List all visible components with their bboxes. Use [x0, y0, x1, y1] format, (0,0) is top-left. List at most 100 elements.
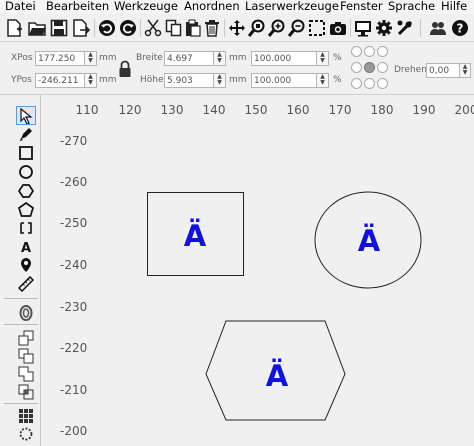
pentagon-tool-icon[interactable] [17, 201, 35, 218]
delete-icon[interactable] [202, 18, 222, 38]
menu-werkzeuge[interactable]: Werkzeuge [114, 0, 178, 13]
h-ruler-tick: 130 [160, 103, 184, 117]
scale-y-input[interactable]: 100.000 [251, 73, 317, 88]
h-ruler-tick: 120 [118, 103, 142, 117]
save-icon[interactable] [49, 18, 69, 38]
zoom-in-icon[interactable] [267, 18, 287, 38]
h-ruler-tick: 150 [244, 103, 268, 117]
rotate-input[interactable]: 0,00 [426, 63, 460, 78]
new-file-icon[interactable] [4, 18, 24, 38]
map-pin-icon[interactable] [17, 256, 35, 273]
svg-text:?: ? [457, 22, 464, 36]
height-input[interactable]: 5.903 [164, 73, 214, 88]
rectangle-tool-icon[interactable] [17, 144, 35, 161]
sidebar-separator [4, 403, 38, 404]
width-input[interactable]: 4.697 [164, 51, 214, 66]
scale-x-unit: % [333, 53, 342, 63]
sidebar-separator [4, 298, 38, 299]
community-icon[interactable] [428, 18, 448, 38]
h-ruler-tick: 140 [202, 103, 226, 117]
menu-fenster[interactable]: Fenster [340, 0, 383, 13]
open-folder-icon[interactable] [27, 18, 47, 38]
ypos-input[interactable]: -246.211 [35, 73, 85, 88]
height-spinner[interactable]: ▲ ▼ [213, 73, 226, 88]
menu-bearbeiten[interactable]: Bearbeiten [46, 0, 109, 13]
glyph-text-rect[interactable]: Ä [184, 219, 207, 253]
anchor-bottom-left[interactable] [351, 78, 362, 89]
cutout-tool-icon[interactable] [17, 219, 35, 236]
export-icon[interactable] [71, 18, 91, 38]
anchor-bottom-center[interactable] [364, 78, 375, 89]
undo-icon[interactable] [97, 18, 117, 38]
lock-aspect-icon[interactable] [118, 60, 132, 78]
scale-x-spinner[interactable]: ▲ ▼ [316, 51, 329, 66]
weld-icon[interactable] [17, 365, 35, 382]
v-ruler-tick: -220 [60, 341, 88, 355]
h-ruler-tick: 180 [370, 103, 394, 117]
group-icon[interactable] [17, 329, 35, 346]
anchor-top-center[interactable] [364, 46, 375, 57]
laser-device-icon[interactable] [353, 18, 373, 38]
tools-icon[interactable] [395, 18, 415, 38]
anchor-top-left[interactable] [351, 46, 362, 57]
select-pointer-icon[interactable] [16, 106, 36, 125]
ypos-label: YPos [11, 75, 32, 85]
v-ruler-tick: -270 [60, 134, 88, 148]
ungroup-icon[interactable] [17, 347, 35, 364]
zoom-fit-icon[interactable] [247, 18, 267, 38]
copy-icon[interactable] [164, 18, 184, 38]
help-icon[interactable]: ? [450, 18, 470, 38]
scale-y-unit: % [333, 75, 342, 85]
sidebar-separator [4, 324, 38, 325]
ypos-spinner[interactable]: ▲ ▼ [84, 73, 97, 88]
menu-anordnen[interactable]: Anordnen [184, 0, 240, 13]
toolbar-separator [94, 19, 95, 37]
move-icon[interactable] [227, 18, 247, 38]
pencil-icon[interactable] [17, 125, 35, 142]
main-toolbar: ? [0, 14, 474, 42]
anchor-center[interactable] [364, 62, 375, 73]
h-ruler-tick: 110 [75, 103, 99, 117]
measure-ruler-icon[interactable] [17, 275, 35, 292]
h-ruler-tick: 190 [412, 103, 436, 117]
glyph-text-hexagon[interactable]: Ä [266, 359, 289, 393]
h-ruler-tick: 200 [454, 103, 474, 117]
toolbar-separator [420, 19, 421, 37]
glyph-text-ellipse[interactable]: Ä [358, 224, 381, 258]
menu-datei[interactable]: Datei [5, 0, 36, 13]
text-tool-icon[interactable]: A [17, 237, 35, 254]
paste-icon[interactable] [183, 18, 203, 38]
anchor-top-right[interactable] [377, 46, 388, 57]
h-ruler-tick: 160 [286, 103, 310, 117]
offset-tool-icon[interactable] [17, 304, 35, 321]
width-spinner[interactable]: ▲ ▼ [213, 51, 226, 66]
camera-icon[interactable] [328, 18, 348, 38]
select-area-icon[interactable] [307, 18, 327, 38]
v-ruler-tick: -240 [60, 258, 88, 272]
rotate-spinner[interactable]: ▲ ▼ [459, 63, 471, 78]
grid-array-icon[interactable] [17, 407, 35, 424]
xpos-input[interactable]: 177.250 [35, 51, 85, 66]
h-ruler-tick: 170 [328, 103, 352, 117]
scale-y-spinner[interactable]: ▲ ▼ [316, 73, 329, 88]
menu-sprache[interactable]: Sprache [388, 0, 435, 13]
v-ruler-tick: -260 [60, 175, 88, 189]
design-canvas[interactable]: Ä Ä Ä [56, 123, 474, 446]
intersect-icon[interactable] [17, 383, 35, 400]
scale-x-input[interactable]: 100.000 [251, 51, 317, 66]
ellipse-tool-icon[interactable] [17, 163, 35, 180]
settings-gear-icon[interactable] [374, 18, 394, 38]
horizontal-ruler: 110 120 130 140 150 160 170 180 190 200 [56, 95, 474, 123]
cut-icon[interactable] [143, 18, 163, 38]
redo-icon[interactable] [118, 18, 138, 38]
zoom-out-icon[interactable] [287, 18, 307, 38]
menu-hilfe[interactable]: Hilfe [441, 0, 467, 13]
width-unit: mm [229, 53, 247, 63]
anchor-bottom-right[interactable] [377, 78, 388, 89]
circular-array-icon[interactable] [17, 425, 35, 442]
anchor-middle-left[interactable] [351, 62, 362, 73]
polygon-tool-icon[interactable] [17, 182, 35, 199]
menu-laserwerkzeuge[interactable]: Laserwerkzeuge [245, 0, 339, 13]
anchor-middle-right[interactable] [377, 62, 388, 73]
xpos-spinner[interactable]: ▲ ▼ [84, 51, 97, 66]
